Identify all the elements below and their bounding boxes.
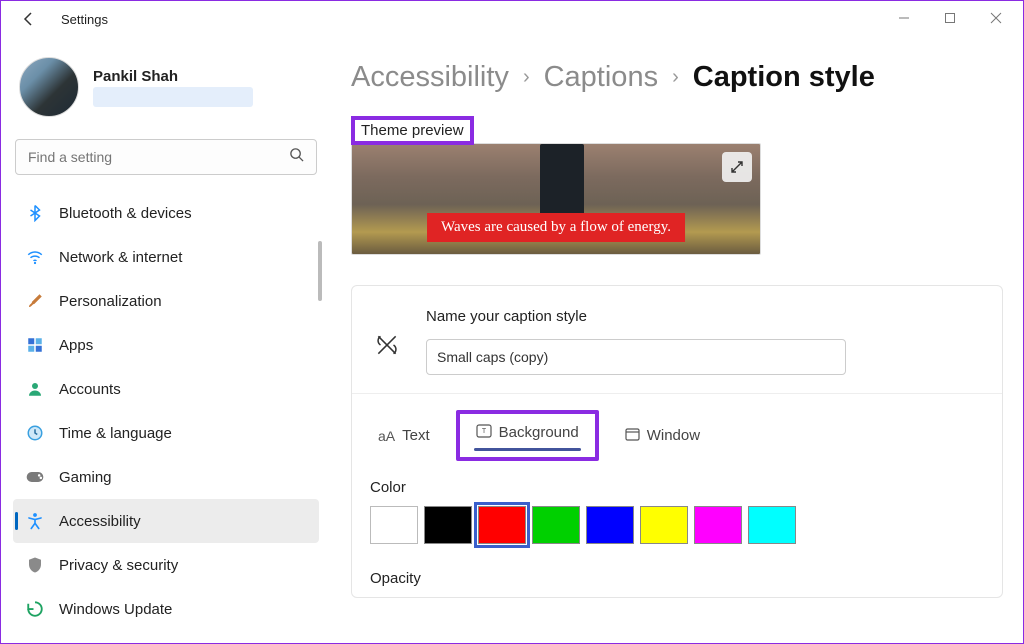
sidebar-item-label: Bluetooth & devices (59, 205, 192, 222)
tab-label: Window (647, 427, 700, 444)
color-swatch[interactable] (586, 506, 634, 544)
caption-style-name-input[interactable] (426, 339, 846, 375)
breadcrumb-current: Caption style (693, 61, 875, 94)
sidebar-item-brush[interactable]: Personalization (13, 279, 319, 323)
apps-icon (25, 335, 45, 355)
sidebar-item-label: Windows Update (59, 601, 172, 618)
profile-email (93, 87, 253, 107)
color-label: Color (352, 467, 1002, 506)
color-swatch[interactable] (748, 506, 796, 544)
color-swatch[interactable] (370, 506, 418, 544)
breadcrumb-item[interactable]: Accessibility (351, 61, 509, 94)
breadcrumb-item[interactable]: Captions (544, 61, 658, 94)
color-swatch-row (352, 506, 1002, 544)
avatar (19, 57, 79, 117)
minimize-button[interactable] (881, 3, 927, 33)
nav-list: Bluetooth & devices Network & internet Per… (11, 191, 321, 631)
tab-label: Text (402, 427, 430, 444)
close-button[interactable] (973, 3, 1019, 33)
color-swatch[interactable] (532, 506, 580, 544)
style-editor-card: Name your caption style aA Text T Backgr… (351, 285, 1003, 598)
accessibility-icon (25, 511, 45, 531)
bluetooth-icon (25, 203, 45, 223)
sidebar-item-apps[interactable]: Apps (13, 323, 319, 367)
sidebar-item-label: Network & internet (59, 249, 182, 266)
sidebar-item-label: Apps (59, 337, 93, 354)
window-icon (625, 428, 640, 444)
svg-text:T: T (482, 428, 487, 435)
person-icon (25, 379, 45, 399)
window-title: Settings (61, 12, 108, 27)
wifi-icon (25, 247, 45, 267)
expand-preview-button[interactable] (722, 152, 752, 182)
sidebar-item-label: Accounts (59, 381, 121, 398)
search-input[interactable] (28, 149, 289, 165)
sidebar-item-person[interactable]: Accounts (13, 367, 319, 411)
theme-preview-label: Theme preview (351, 116, 474, 145)
chevron-right-icon: › (672, 66, 679, 89)
sidebar-item-shield[interactable]: Privacy & security (13, 543, 319, 587)
style-icon (374, 332, 400, 375)
maximize-button[interactable] (927, 3, 973, 33)
profile-block[interactable]: Pankil Shah (11, 45, 321, 135)
sidebar-item-label: Personalization (59, 293, 162, 310)
sidebar-item-bluetooth[interactable]: Bluetooth & devices (13, 191, 319, 235)
background-icon: T (476, 424, 492, 441)
style-tabs: aA Text T Background Window (352, 393, 1002, 467)
caption-sample: Waves are caused by a flow of energy. (427, 213, 685, 242)
sidebar-item-wifi[interactable]: Network & internet (13, 235, 319, 279)
color-swatch[interactable] (424, 506, 472, 544)
tab-background[interactable]: T Background (468, 418, 587, 447)
sidebar-item-label: Privacy & security (59, 557, 178, 574)
sidebar-item-clock[interactable]: Time & language (13, 411, 319, 455)
tab-label: Background (499, 424, 579, 441)
update-icon (25, 599, 45, 619)
back-button[interactable] (17, 7, 41, 31)
search-icon (289, 147, 304, 167)
opacity-label: Opacity (352, 544, 1002, 597)
content-area: Accessibility › Captions › Caption style… (331, 37, 1023, 643)
tab-text[interactable]: aA Text (370, 421, 438, 450)
search-box[interactable] (15, 139, 317, 175)
sidebar-item-label: Accessibility (59, 513, 141, 530)
breadcrumb: Accessibility › Captions › Caption style (351, 61, 1003, 94)
profile-name: Pankil Shah (93, 68, 253, 85)
sidebar-item-label: Gaming (59, 469, 112, 486)
sidebar-item-gamepad[interactable]: Gaming (13, 455, 319, 499)
clock-icon (25, 423, 45, 443)
chevron-right-icon: › (523, 66, 530, 89)
sidebar: Pankil Shah Bluetooth & devices Network &… (1, 37, 331, 643)
sidebar-item-accessibility[interactable]: Accessibility (13, 499, 319, 543)
brush-icon (25, 291, 45, 311)
color-swatch[interactable] (478, 506, 526, 544)
name-label: Name your caption style (426, 308, 980, 325)
gamepad-icon (25, 467, 45, 487)
color-swatch[interactable] (694, 506, 742, 544)
text-icon: aA (378, 428, 395, 444)
theme-preview: Waves are caused by a flow of energy. (351, 143, 761, 255)
color-swatch[interactable] (640, 506, 688, 544)
sidebar-item-update[interactable]: Windows Update (13, 587, 319, 631)
shield-icon (25, 555, 45, 575)
sidebar-item-label: Time & language (59, 425, 172, 442)
tab-window[interactable]: Window (617, 421, 708, 450)
